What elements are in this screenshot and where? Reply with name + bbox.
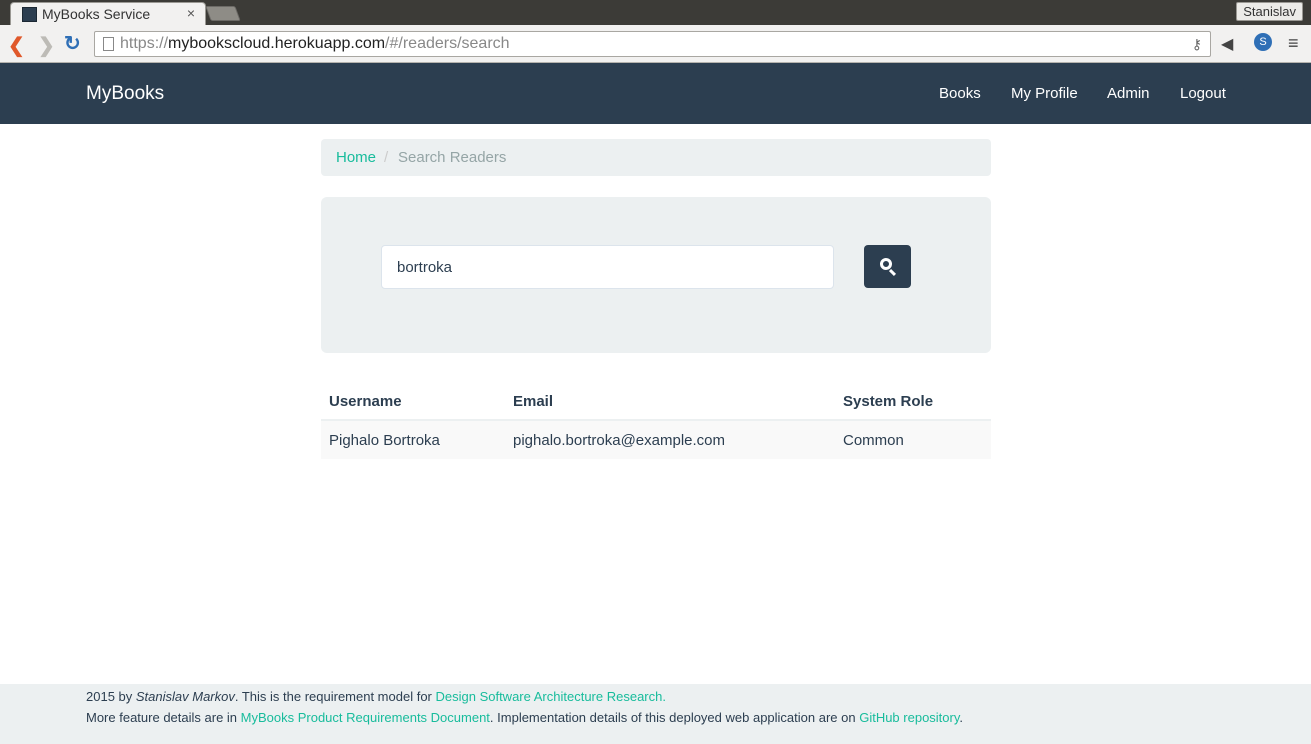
nav-books[interactable]: Books — [939, 85, 981, 102]
column-email: Email — [513, 393, 554, 410]
profile-button[interactable]: Stanislav — [1236, 2, 1303, 21]
author-name: Stanislav Markov — [135, 689, 235, 704]
column-system-role: System Role — [843, 393, 934, 410]
address-url[interactable]: https://mybookscloud.herokuapp.com/#/rea… — [120, 35, 510, 53]
breadcrumb: Home / Search Readers — [321, 139, 991, 176]
search-button[interactable] — [864, 245, 911, 288]
prd-link[interactable]: MyBooks Product Requirements Document — [241, 710, 490, 725]
extension-icon[interactable]: ◀ — [1221, 34, 1233, 54]
page-icon — [103, 37, 114, 51]
new-tab-button[interactable] — [205, 6, 241, 21]
key-icon[interactable]: ⚷ — [1192, 36, 1202, 53]
breadcrumb-home[interactable]: Home — [336, 149, 376, 166]
cell-system-role: Common — [843, 432, 904, 449]
column-username: Username — [329, 393, 402, 410]
forward-arrow-icon[interactable]: ❯ — [38, 33, 55, 58]
research-link[interactable]: Design Software Architecture Research. — [435, 689, 666, 704]
footer: 2015 by Stanislav Markov. This is the re… — [0, 684, 1311, 744]
github-link[interactable]: GitHub repository — [859, 710, 959, 725]
browser-tabstrip: MyBooks Service × Stanislav — [0, 0, 1311, 25]
footer-line-1: 2015 by Stanislav Markov. This is the re… — [86, 689, 666, 704]
browser-tab[interactable]: MyBooks Service × — [10, 2, 206, 25]
footer-line-2: More feature details are in MyBooks Prod… — [86, 710, 964, 725]
nav-logout[interactable]: Logout — [1180, 85, 1226, 102]
search-input[interactable] — [381, 245, 834, 289]
reload-icon[interactable]: ↻ — [64, 31, 81, 56]
results-table: Username Email System Role Pighalo Bortr… — [321, 381, 991, 459]
table-header: Username Email System Role — [321, 381, 991, 421]
tab-title: MyBooks Service — [42, 6, 151, 22]
cell-email: pighalo.bortroka@example.com — [513, 432, 725, 449]
cell-username: Pighalo Bortroka — [329, 432, 440, 449]
breadcrumb-current: Search Readers — [398, 149, 507, 166]
navbar: MyBooks Books My Profile Admin Logout — [0, 63, 1311, 124]
nav-admin[interactable]: Admin — [1107, 85, 1150, 102]
favicon-icon — [22, 7, 37, 22]
back-arrow-icon[interactable]: ❮ — [8, 33, 25, 58]
search-panel — [321, 197, 991, 353]
skype-icon[interactable]: S — [1254, 33, 1272, 51]
table-row[interactable]: Pighalo Bortroka pighalo.bortroka@exampl… — [321, 421, 991, 459]
brand-link[interactable]: MyBooks — [86, 83, 164, 105]
breadcrumb-separator: / — [384, 149, 389, 166]
browser-toolbar: ❮ ❯ ↻ https://mybookscloud.herokuapp.com… — [0, 25, 1311, 63]
tab-close-icon[interactable]: × — [187, 5, 195, 21]
menu-icon[interactable]: ≡ — [1288, 33, 1299, 54]
nav-my-profile[interactable]: My Profile — [1011, 85, 1078, 102]
address-bar[interactable]: https://mybookscloud.herokuapp.com/#/rea… — [94, 31, 1211, 57]
